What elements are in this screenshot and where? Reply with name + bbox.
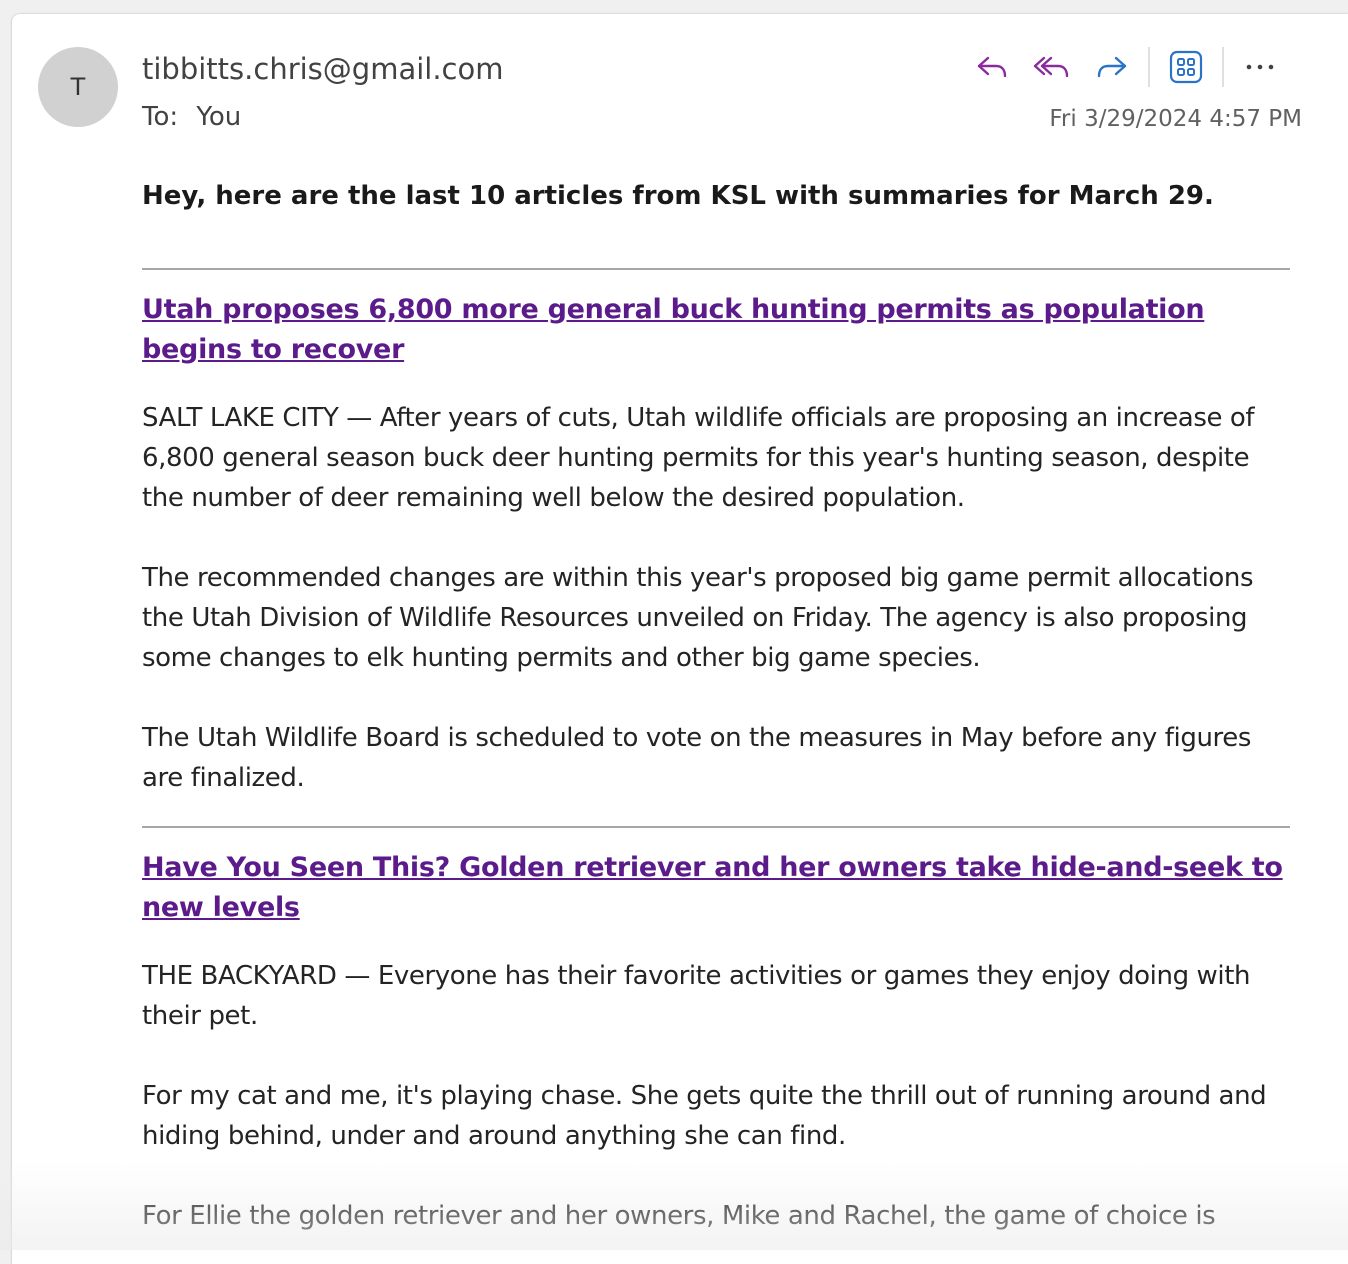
email-reading-pane: T tibbitts.chris@gmail.com To: You <box>12 14 1348 1264</box>
apps-icon <box>1169 50 1203 84</box>
article-paragraph: THE BACKYARD — Everyone has their favori… <box>142 956 1292 1036</box>
article-paragraph: For Ellie the golden retriever and her o… <box>142 1196 1292 1236</box>
article-paragraph: The recommended changes are within this … <box>142 558 1292 678</box>
article-paragraph: For my cat and me, it's playing chase. S… <box>142 1076 1292 1156</box>
forward-button[interactable] <box>1082 45 1142 89</box>
avatar-initial: T <box>71 73 86 101</box>
reply-all-button[interactable] <box>1022 45 1082 89</box>
to-label: To: <box>142 102 178 132</box>
toolbar-divider <box>1148 47 1150 87</box>
article-link[interactable]: Utah proposes 6,800 more general buck hu… <box>142 290 1292 370</box>
reply-icon <box>974 51 1010 83</box>
divider <box>142 826 1290 828</box>
apps-button[interactable] <box>1156 45 1216 89</box>
avatar[interactable]: T <box>38 47 118 127</box>
reply-all-icon <box>1032 51 1072 83</box>
recipient-name[interactable]: You <box>196 102 241 132</box>
more-icon <box>1244 62 1276 72</box>
message-body: Hey, here are the last 10 articles from … <box>142 172 1292 1236</box>
sender-address[interactable]: tibbitts.chris@gmail.com <box>142 52 503 86</box>
received-date: Fri 3/29/2024 4:57 PM <box>1049 106 1302 132</box>
reply-button[interactable] <box>962 45 1022 89</box>
article-paragraph: SALT LAKE CITY — After years of cuts, Ut… <box>142 398 1292 518</box>
article-paragraph: The Utah Wildlife Board is scheduled to … <box>142 718 1292 798</box>
message-toolbar <box>962 42 1290 92</box>
divider <box>142 268 1290 270</box>
article-link[interactable]: Have You Seen This? Golden retriever and… <box>142 848 1292 928</box>
recipient-line: To: You <box>142 102 241 132</box>
forward-icon <box>1094 51 1130 83</box>
toolbar-divider <box>1222 47 1224 87</box>
intro-text: Hey, here are the last 10 articles from … <box>142 178 1292 214</box>
more-actions-button[interactable] <box>1230 45 1290 89</box>
